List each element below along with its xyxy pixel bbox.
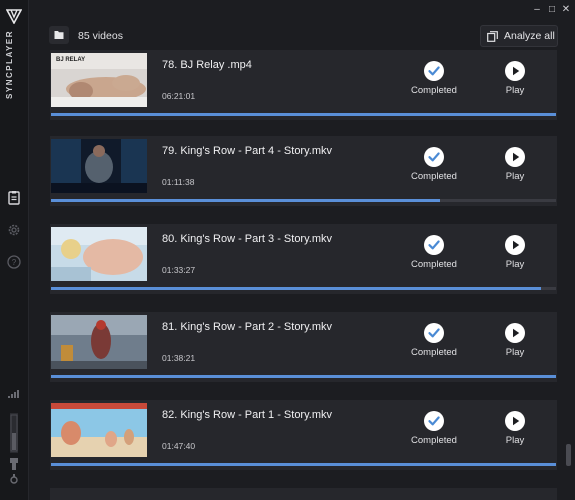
video-duration: 01:38:21	[162, 353, 196, 363]
video-title: 80. King's Row - Part 3 - Story.mkv	[162, 233, 333, 245]
progress-bar	[51, 199, 556, 202]
video-title: 78. BJ Relay .mp4	[162, 59, 252, 71]
progress-fill	[51, 113, 556, 116]
check-circle-icon	[424, 323, 444, 343]
brand-name: SYNCPLAYER	[5, 30, 14, 99]
play-icon	[505, 411, 525, 431]
video-title: 79. King's Row - Part 4 - Story.mkv	[162, 145, 333, 157]
play-button[interactable]: Play	[495, 323, 535, 358]
video-duration: 01:11:38	[162, 177, 195, 187]
status-label: Completed	[411, 435, 457, 446]
play-button[interactable]: Play	[495, 61, 535, 96]
play-label: Play	[505, 171, 525, 182]
video-item[interactable]: 81. King's Row - Part 2 - Story.mkv 01:3…	[50, 312, 557, 382]
progress-fill	[51, 287, 541, 290]
video-thumbnail[interactable]: BJ RELAY	[51, 53, 147, 107]
app-logo-icon	[6, 9, 22, 24]
video-thumbnail[interactable]	[51, 139, 147, 193]
analyze-icon	[487, 31, 498, 42]
video-thumbnail[interactable]	[51, 227, 147, 281]
analysis-status: Completed	[410, 323, 458, 358]
maximize-button[interactable]: □	[545, 4, 559, 15]
progress-fill	[51, 375, 556, 378]
check-circle-icon	[424, 411, 444, 431]
analyze-all-label: Analyze all	[504, 30, 555, 42]
analysis-status: Completed	[410, 235, 458, 270]
progress-bar	[51, 463, 556, 466]
sidebar: SYNCPLAYER ?	[0, 0, 29, 500]
analysis-status: Completed	[410, 61, 458, 96]
play-icon	[505, 235, 525, 255]
play-label: Play	[505, 347, 525, 358]
help-icon[interactable]: ?	[6, 254, 22, 270]
scrollbar-track[interactable]	[566, 50, 571, 496]
minimize-button[interactable]: –	[530, 4, 544, 15]
close-button[interactable]: ✕	[559, 4, 573, 15]
video-duration: 06:21:01	[162, 91, 196, 101]
video-duration: 01:33:27	[162, 265, 196, 275]
check-circle-icon	[424, 61, 444, 81]
svg-text:?: ?	[12, 258, 17, 267]
status-label: Completed	[411, 85, 457, 96]
video-count: 85 videos	[78, 30, 123, 42]
play-button[interactable]: Play	[495, 235, 535, 270]
video-item[interactable]	[50, 488, 557, 500]
check-circle-icon	[424, 235, 444, 255]
check-circle-icon	[424, 147, 444, 167]
video-thumbnail[interactable]	[51, 315, 147, 369]
intensity-slider[interactable]	[10, 413, 18, 453]
play-icon	[505, 147, 525, 167]
document-list-icon[interactable]	[6, 190, 22, 206]
progress-fill	[51, 463, 556, 466]
play-label: Play	[505, 259, 525, 270]
video-title: 82. King's Row - Part 1 - Story.mkv	[162, 409, 333, 421]
play-label: Play	[505, 435, 525, 446]
video-item[interactable]: 80. King's Row - Part 3 - Story.mkv 01:3…	[50, 224, 557, 294]
analysis-status: Completed	[410, 147, 458, 182]
list-header: 85 videos Analyze all	[29, 22, 564, 50]
open-folder-button[interactable]	[49, 26, 69, 44]
signal-strength-icon	[8, 390, 19, 398]
video-thumbnail[interactable]	[51, 403, 147, 457]
video-item[interactable]: BJ RELAY 78. BJ Relay .mp4 06:21:01 Comp…	[50, 50, 557, 120]
device-icon[interactable]	[8, 458, 20, 486]
analysis-status: Completed	[410, 411, 458, 446]
status-label: Completed	[411, 347, 457, 358]
gear-icon[interactable]	[6, 222, 22, 238]
play-icon	[505, 323, 525, 343]
progress-bar	[51, 375, 556, 378]
progress-bar	[51, 113, 556, 116]
video-item[interactable]: 82. King's Row - Part 1 - Story.mkv 01:4…	[50, 400, 557, 470]
folder-icon	[54, 31, 64, 39]
video-item[interactable]: 79. King's Row - Part 4 - Story.mkv 01:1…	[50, 136, 557, 206]
video-title: 81. King's Row - Part 2 - Story.mkv	[162, 321, 333, 333]
video-duration: 01:47:40	[162, 441, 196, 451]
thumbnail-caption: BJ RELAY	[56, 57, 85, 63]
status-label: Completed	[411, 171, 457, 182]
status-label: Completed	[411, 259, 457, 270]
progress-bar	[51, 287, 556, 290]
play-label: Play	[505, 85, 525, 96]
analyze-all-button[interactable]: Analyze all	[480, 25, 558, 47]
play-icon	[505, 61, 525, 81]
progress-fill	[51, 199, 440, 202]
scrollbar-thumb[interactable]	[566, 444, 571, 466]
play-button[interactable]: Play	[495, 147, 535, 182]
video-list: BJ RELAY 78. BJ Relay .mp4 06:21:01 Comp…	[50, 50, 557, 500]
play-button[interactable]: Play	[495, 411, 535, 446]
